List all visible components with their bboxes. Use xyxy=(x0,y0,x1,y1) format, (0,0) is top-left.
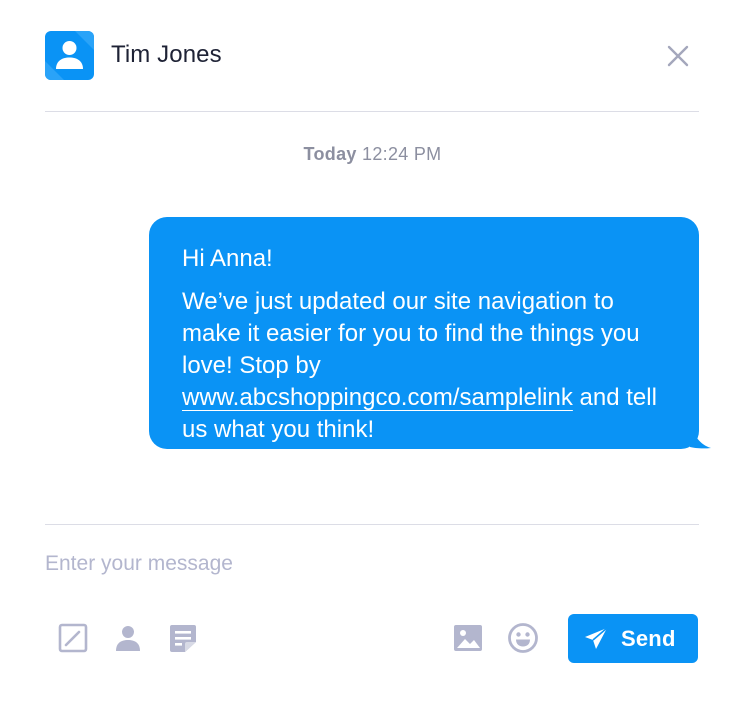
compose-button[interactable] xyxy=(57,622,89,654)
contact-button[interactable] xyxy=(112,622,144,654)
outgoing-message-bubble: Hi Anna! We’ve just updated our site nav… xyxy=(149,217,699,449)
message-timestamp: Today 12:24 PM xyxy=(0,144,745,165)
image-button[interactable] xyxy=(452,622,484,654)
note-icon xyxy=(170,625,196,652)
message-text-before-link: We’ve just updated our site navigation t… xyxy=(182,288,640,379)
close-icon xyxy=(667,45,689,67)
chat-window: Tim Jones Today 12:24 PM Hi Anna! We’ve … xyxy=(0,0,745,711)
user-icon xyxy=(45,31,94,80)
emoji-icon xyxy=(508,623,538,653)
send-button-label: Send xyxy=(621,626,676,651)
message-greeting: Hi Anna! xyxy=(182,245,273,272)
chat-header: Tim Jones xyxy=(45,31,699,81)
send-button[interactable]: Send xyxy=(568,614,698,663)
message-input[interactable] xyxy=(45,548,685,580)
note-button[interactable] xyxy=(167,622,199,654)
contact-icon xyxy=(116,626,140,651)
timestamp-time: 12:24 PM xyxy=(362,144,442,164)
composer-divider xyxy=(45,524,699,525)
message-link[interactable]: www.abcshoppingco.com/samplelink xyxy=(182,384,573,411)
header-divider xyxy=(45,111,699,112)
message-body: We’ve just updated our site navigation t… xyxy=(182,286,675,446)
avatar xyxy=(45,31,94,80)
emoji-button[interactable] xyxy=(507,622,539,654)
contact-name: Tim Jones xyxy=(111,41,222,68)
paper-plane-icon xyxy=(585,627,608,649)
timestamp-day: Today xyxy=(303,144,357,164)
image-icon xyxy=(454,625,482,651)
close-button[interactable] xyxy=(665,43,691,69)
compose-icon xyxy=(58,623,88,653)
